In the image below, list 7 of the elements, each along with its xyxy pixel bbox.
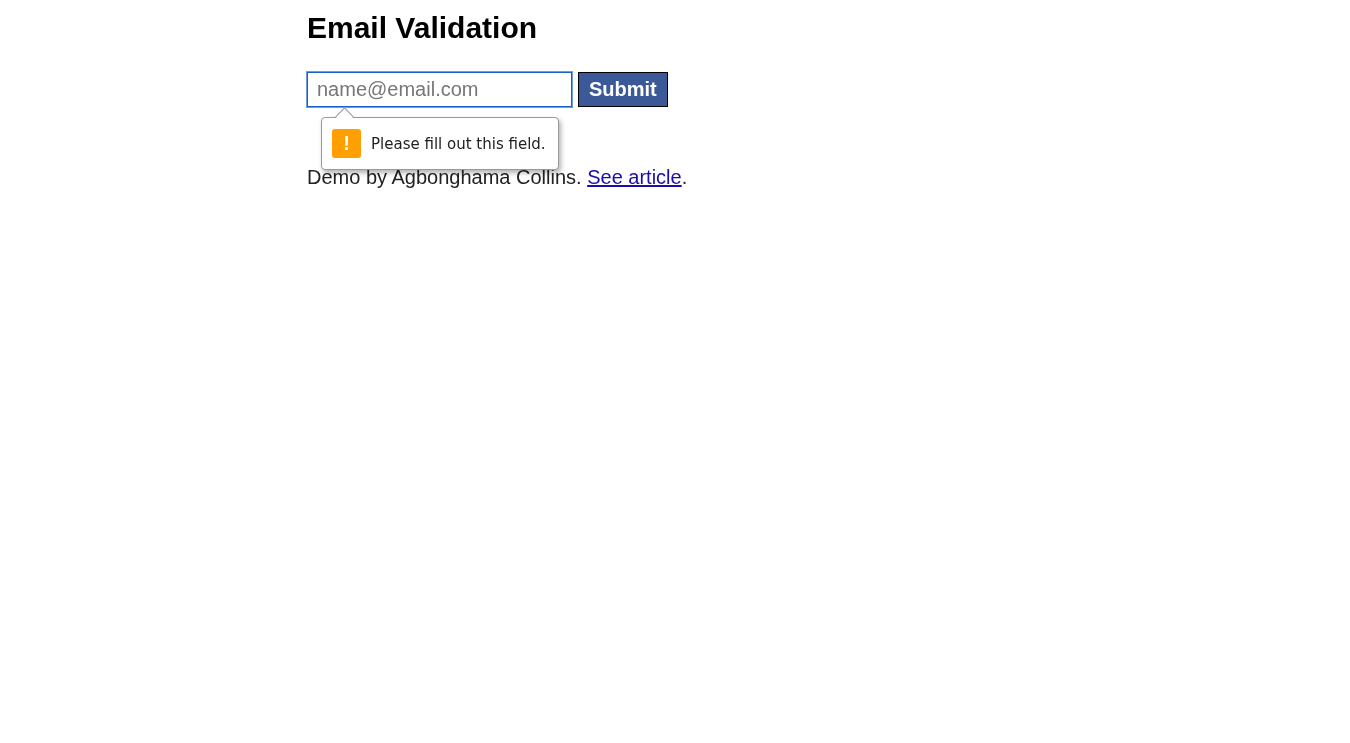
article-link[interactable]: See article [587,166,682,188]
page-title: Email Validation [307,10,538,46]
warning-icon: ! [332,129,361,158]
submit-button[interactable]: Submit [578,72,668,107]
credit-text: Demo by Agbonghama Collins. See article. [307,166,688,189]
email-field[interactable]: name@email.com [307,72,572,107]
tooltip-message: Please fill out this field. [371,134,546,153]
